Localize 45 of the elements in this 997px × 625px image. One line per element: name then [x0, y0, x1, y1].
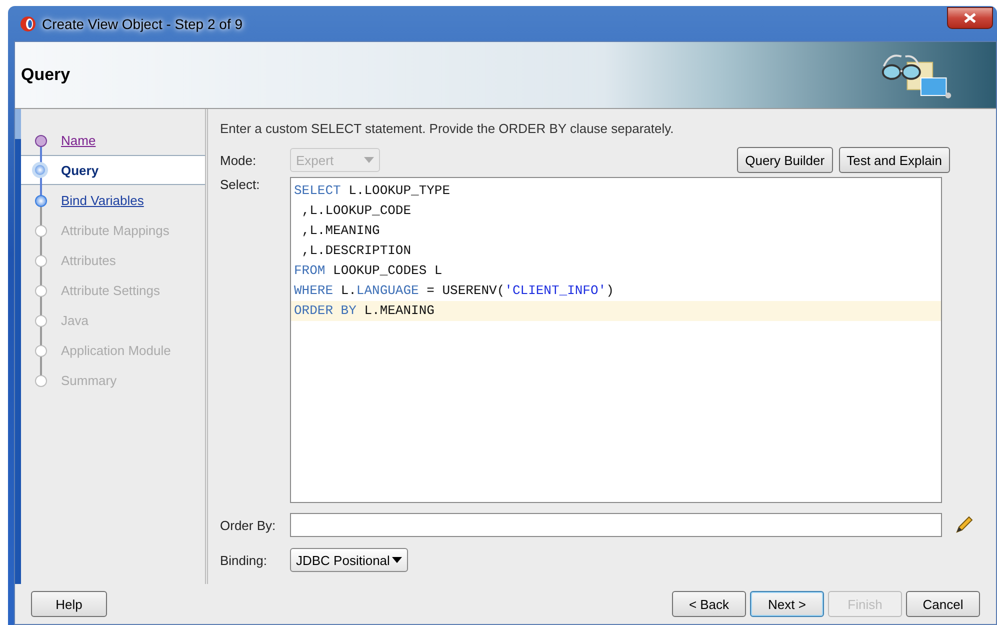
- field-label: Select:: [220, 177, 261, 192]
- step-item-selected[interactable]: Query: [21, 155, 205, 185]
- instructions-text: Enter a custom SELECT statement. Provide the ORDER BY clause separately.: [220, 121, 675, 138]
- step-dot-icon: [32, 162, 48, 178]
- step-item: Summary: [21, 365, 205, 395]
- step-dot-icon: [35, 225, 47, 237]
- sql-editor[interactable]: SELECT L.LOOKUP_TYPE ,L.LOOKUP_CODE ,L.MEANING ,L.DESCRIPTION FROM LOOKUP_CODES L WHERE L.LANGUAGE = USERENV('CLIENT_INFO') ORDER BY L.MEANING: [290, 177, 942, 503]
- page-title: Query: [20, 65, 70, 85]
- code-line: WHERE L.LANGUAGE = USERENV('CLIENT_INFO'): [293, 282, 615, 300]
- step-item: Attribute Settings: [21, 275, 205, 305]
- step-item[interactable]: Name: [21, 125, 205, 155]
- order-by-field[interactable]: [290, 513, 942, 537]
- close-button[interactable]: [947, 6, 993, 28]
- step-dot-icon: [35, 255, 47, 267]
- toolbar-button[interactable]: Query Builder: [737, 147, 833, 173]
- dialog-button[interactable]: Next >: [750, 591, 824, 617]
- help-button[interactable]: Help: [31, 591, 107, 617]
- step-dot-icon: [35, 315, 47, 327]
- code-line: ,L.DESCRIPTION: [300, 242, 412, 260]
- step-dot-icon: [35, 375, 47, 387]
- step-item: Application Module: [21, 335, 205, 365]
- window-title: Create View Object - Step 2 of 9: [42, 16, 243, 32]
- step-dot-icon: [35, 195, 47, 207]
- pencil-icon[interactable]: [954, 515, 974, 535]
- step-item[interactable]: Bind Variables: [21, 185, 205, 215]
- step-dot-icon: [35, 345, 47, 357]
- caret-icon: [364, 157, 374, 163]
- step-item: Attribute Mappings: [21, 215, 205, 245]
- close-icon: [964, 12, 976, 22]
- field-label: Binding:: [220, 552, 268, 568]
- dialog-button[interactable]: Cancel: [906, 591, 980, 617]
- code-line: ,L.LOOKUP_CODE: [300, 202, 412, 220]
- step-dot-icon: [35, 285, 47, 297]
- step-item: Attributes: [21, 245, 205, 275]
- field-label: Order By:: [220, 518, 277, 532]
- code-line: FROM LOOKUP_CODES L: [293, 262, 444, 280]
- step-item: Java: [21, 305, 205, 335]
- caret-icon: [392, 557, 402, 563]
- binding-dropdown[interactable]: JDBC Positional: [290, 548, 408, 572]
- field-label: Mode:: [220, 152, 258, 168]
- toolbar-button[interactable]: Test and Explain: [838, 147, 950, 173]
- code-line: ,L.MEANING: [300, 222, 381, 240]
- dialog-button[interactable]: < Back: [672, 591, 746, 617]
- code-line: SELECT L.LOOKUP_TYPE: [293, 182, 452, 200]
- app-logo-icon: [20, 16, 36, 32]
